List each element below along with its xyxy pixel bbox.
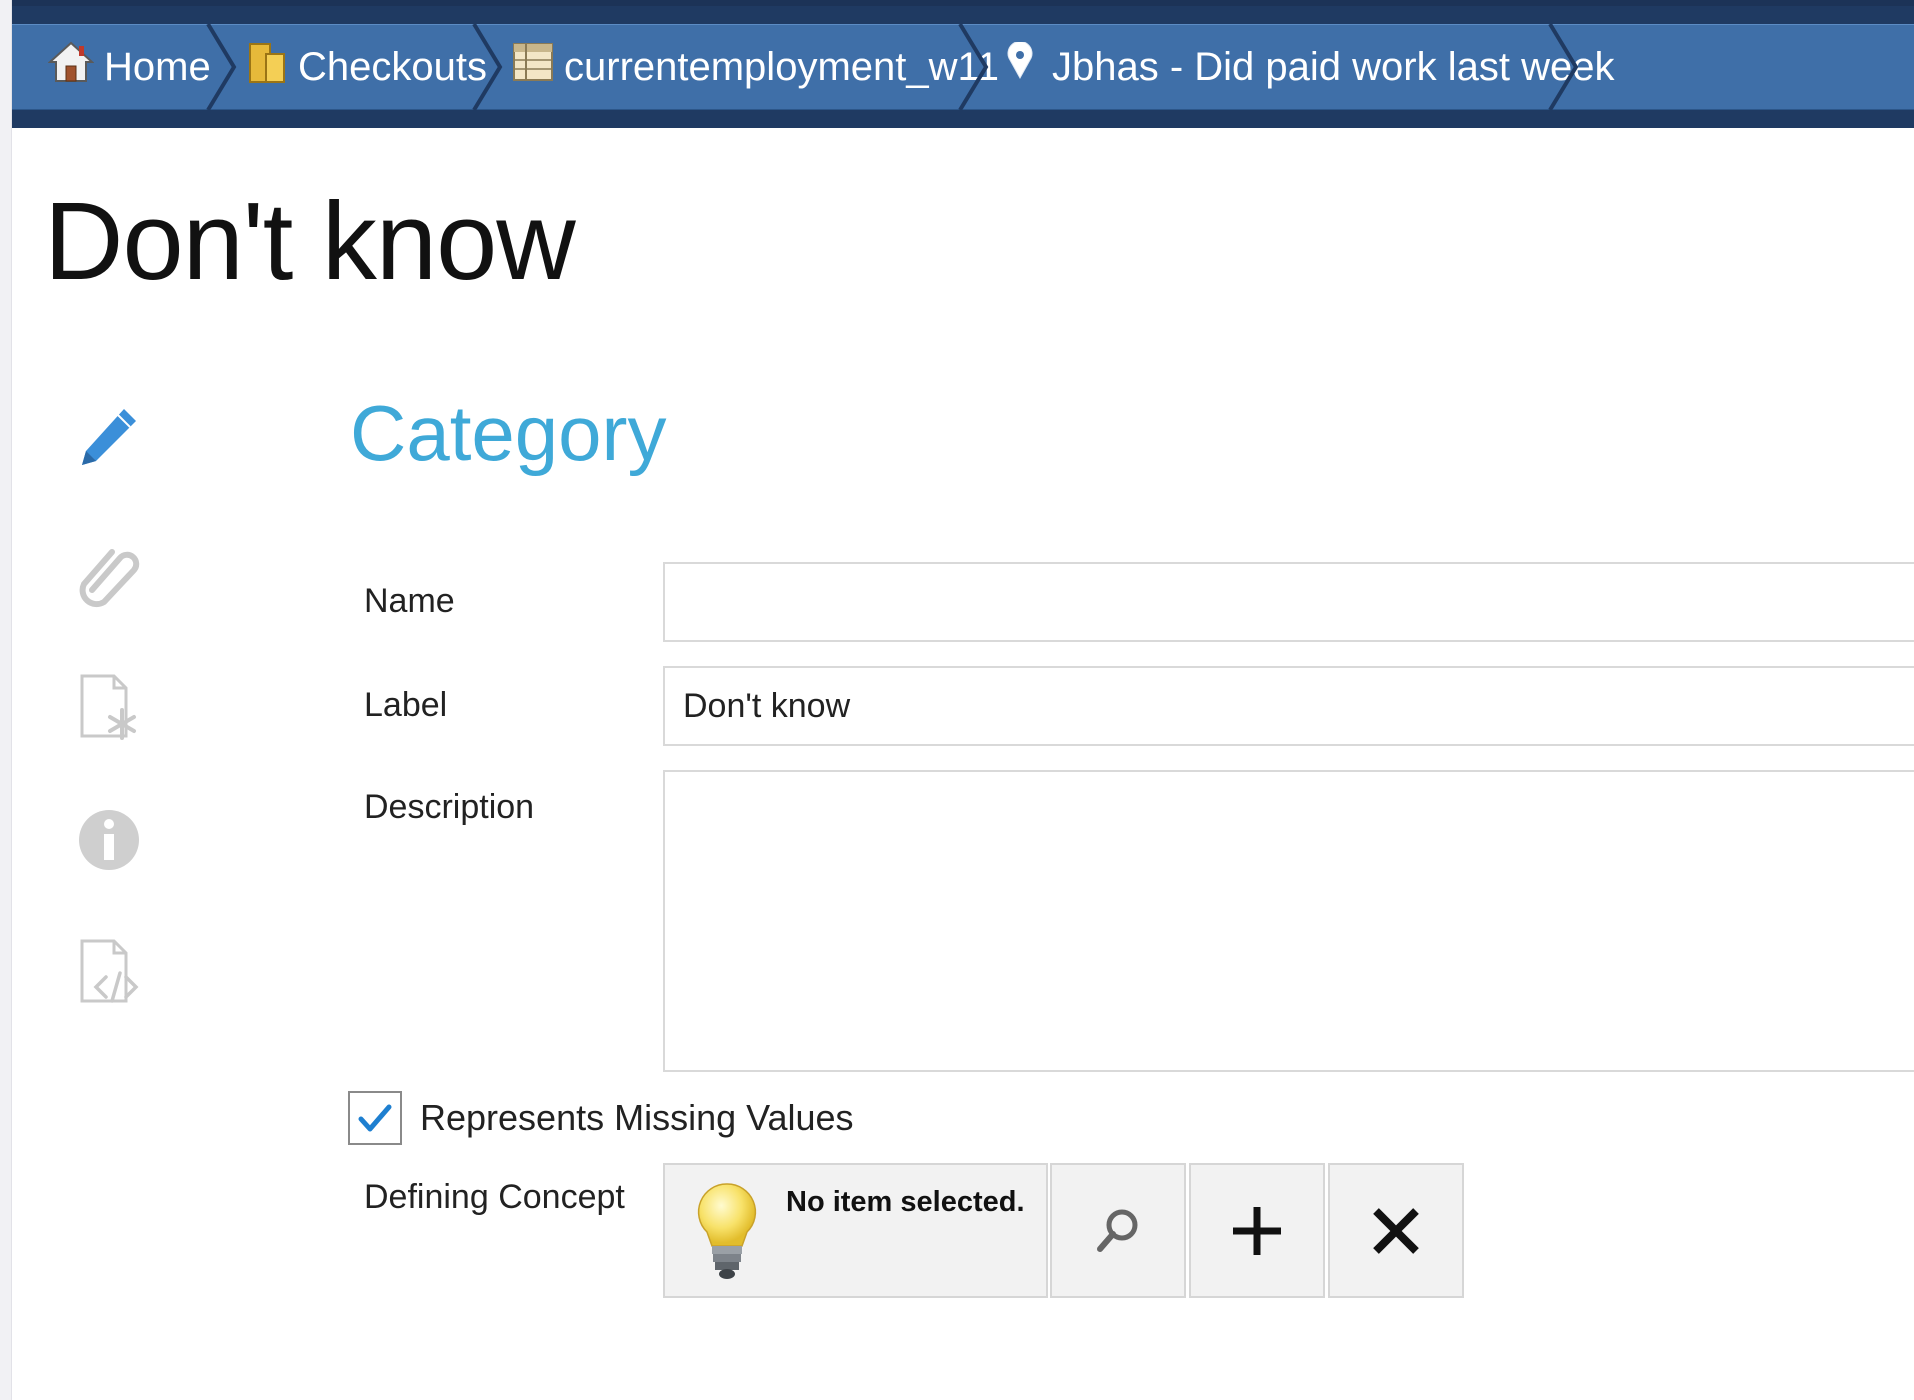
info-icon[interactable] [74,805,144,875]
breadcrumb: Home Checkouts currentemployment_w11 Jbh… [12,6,1914,128]
breadcrumb-separator [1548,24,1579,110]
checkmark-icon [358,1104,392,1132]
description-textarea[interactable] [663,770,1914,1072]
breadcrumb-label: currentemployment_w11 [564,44,1000,89]
breadcrumb-separator [206,24,237,110]
remove-concept-button[interactable] [1328,1163,1464,1298]
missing-values-checkbox[interactable] [348,1091,402,1145]
breadcrumb-separator [472,24,503,110]
folder-icon [248,40,288,94]
page-title: Don't know [44,180,576,303]
breadcrumb-dataset[interactable]: currentemployment_w11 [512,24,999,110]
label-label: Label [364,686,448,724]
document-code-icon[interactable] [74,937,144,1007]
lightbulb-icon [692,1180,762,1285]
pencil-icon[interactable] [74,403,144,473]
plus-icon [1233,1206,1281,1255]
home-icon [47,40,95,94]
add-concept-button[interactable] [1189,1163,1325,1298]
name-label: Name [364,582,455,620]
breadcrumb-separator [958,24,989,110]
question-pin-icon [998,40,1042,92]
search-concept-button[interactable] [1050,1163,1186,1298]
close-icon [1373,1207,1419,1254]
window-edge [0,0,12,1400]
breadcrumb-checkouts[interactable]: Checkouts [248,24,487,110]
label-input[interactable] [663,666,1914,746]
breadcrumb-variable[interactable]: Jbhas - Did paid work last week [998,24,1614,110]
paperclip-icon[interactable] [74,540,144,610]
breadcrumb-label: Jbhas - Did paid work last week [1052,44,1615,89]
name-input[interactable] [663,562,1914,642]
breadcrumb-label: Home [104,44,211,89]
description-label: Description [364,788,535,826]
breadcrumb-label: Checkouts [298,44,487,89]
defining-concept-value: No item selected. [786,1186,1025,1218]
missing-values-label[interactable]: Represents Missing Values [420,1097,854,1139]
section-title: Category [350,389,667,477]
breadcrumb-home[interactable]: Home [47,24,211,110]
search-icon [1097,1209,1138,1252]
document-asterisk-icon[interactable] [74,672,144,742]
table-icon [512,42,554,92]
defining-concept-label: Defining Concept [364,1178,625,1216]
